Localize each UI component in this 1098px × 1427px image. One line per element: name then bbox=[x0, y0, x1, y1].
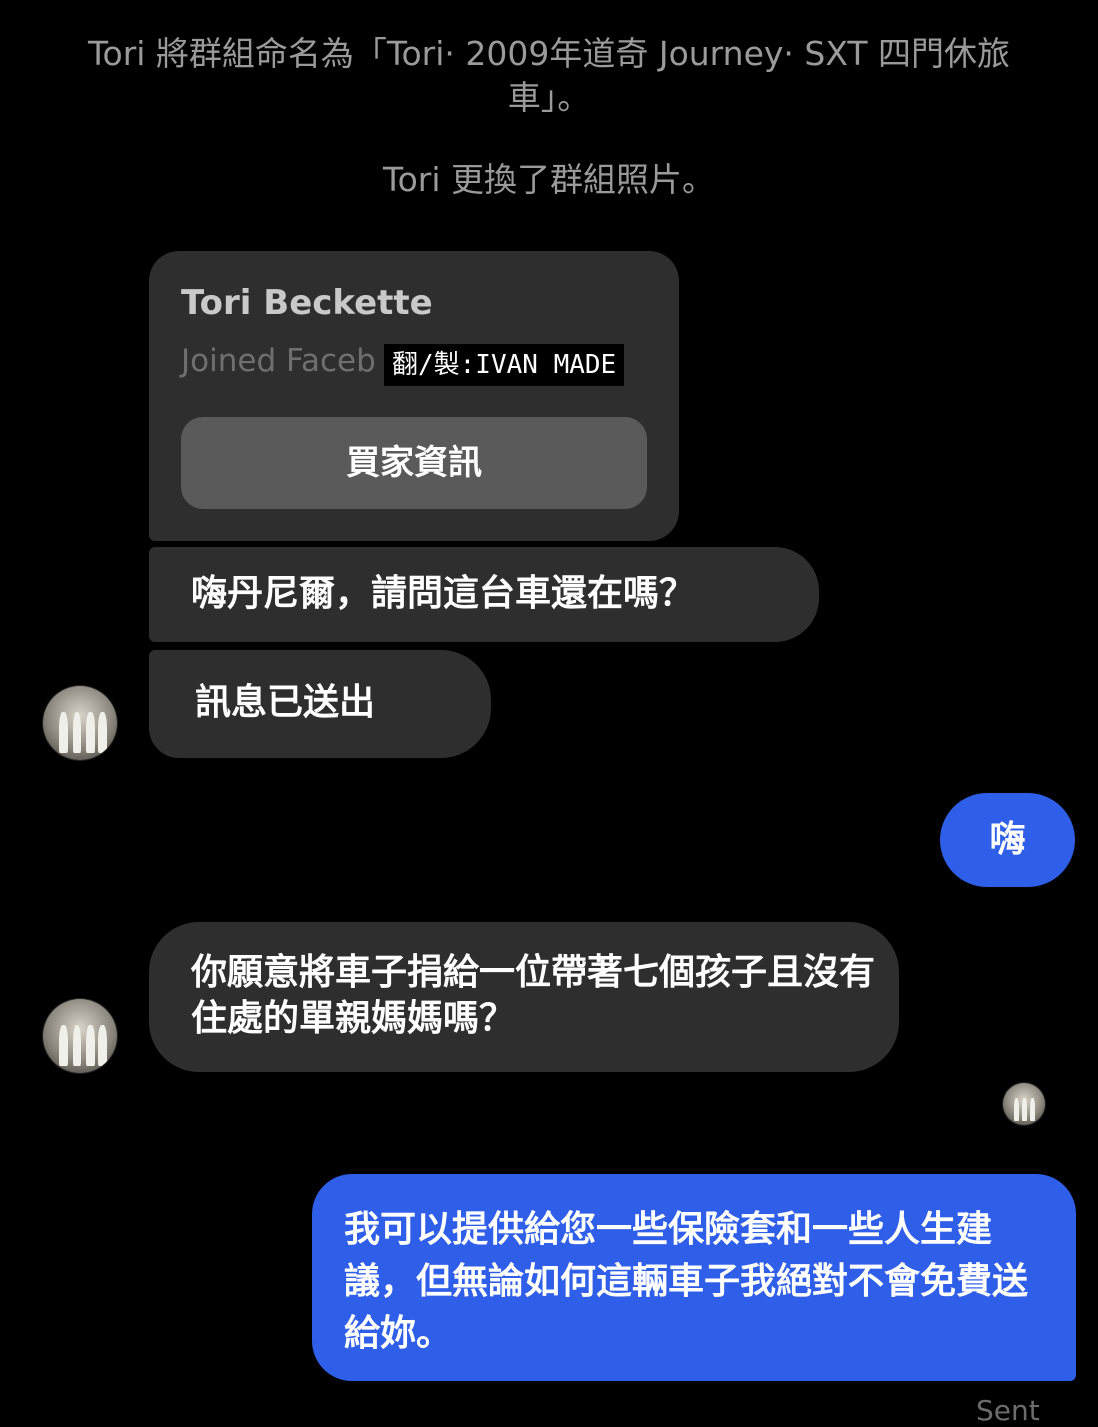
profile-joined-text: Joined Faceb bbox=[181, 343, 376, 379]
buyer-info-button[interactable]: 買家資訊 bbox=[181, 417, 647, 509]
message-bubble-incoming[interactable]: 嗨丹尼爾，請問這台車還在嗎？ bbox=[149, 547, 819, 642]
sender-avatar[interactable] bbox=[43, 999, 117, 1073]
system-message-photo-change: Tori 更換了群組照片。 bbox=[383, 160, 715, 199]
message-bubble-incoming[interactable]: 你願意將車子捐給一位帶著七個孩子且沒有住處的單親媽媽嗎？ bbox=[149, 922, 899, 1072]
profile-card: Tori Beckette Joined Faceb 翻/製:IVAN MADE… bbox=[149, 251, 679, 541]
sent-status-label: Sent bbox=[976, 1394, 1040, 1427]
message-bubble-incoming[interactable]: 訊息已送出 bbox=[149, 650, 491, 758]
system-message-rename: Tori 將群組命名為「Tori· 2009年道奇 Journey· SXT 四… bbox=[87, 34, 1011, 117]
sender-avatar[interactable] bbox=[43, 686, 117, 760]
message-bubble-outgoing[interactable]: 嗨 bbox=[940, 793, 1075, 887]
profile-name: Tori Beckette bbox=[181, 283, 433, 323]
message-bubble-outgoing[interactable]: 我可以提供給您一些保險套和一些人生建議，但無論如何這輛車子我絕對不會免費送給妳。 bbox=[312, 1174, 1076, 1381]
read-receipt-avatar bbox=[1003, 1083, 1045, 1125]
watermark-label: 翻/製:IVAN MADE bbox=[384, 344, 625, 386]
